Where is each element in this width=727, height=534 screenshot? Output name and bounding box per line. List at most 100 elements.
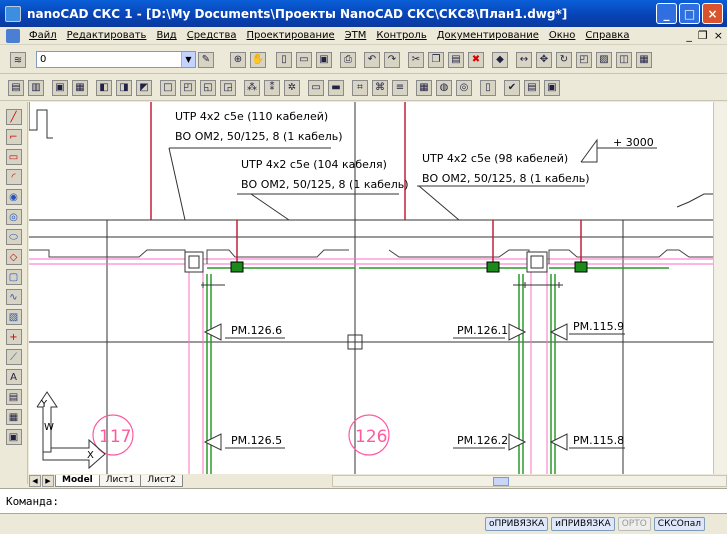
move-icon[interactable]: ↔ (516, 51, 532, 68)
menu-design[interactable]: Проектирование (241, 30, 339, 41)
circle-2p-icon[interactable]: ◎ (5, 209, 22, 225)
table-icon[interactable]: ▦ (416, 79, 432, 96)
pan-icon[interactable]: ✋ (250, 51, 266, 68)
hub-icon[interactable]: ✲ (284, 79, 300, 96)
tab-sheet1[interactable]: Лист1 (98, 474, 142, 487)
polygon-icon[interactable]: ◇ (5, 249, 22, 265)
spec-icon[interactable]: ◍ (436, 79, 452, 96)
cable-icon[interactable]: ≡ (392, 79, 408, 96)
ucs-x-label: X (87, 450, 94, 461)
osnap-toggle[interactable]: оПРИВЯЗКА (484, 517, 549, 531)
zoom-icon[interactable]: ⊕ (230, 51, 246, 68)
scale-icon[interactable]: ◰ (576, 51, 592, 68)
scs-tool-1-icon[interactable]: ▤ (8, 79, 24, 96)
dimension-icon[interactable]: ⟋ (5, 349, 22, 365)
image-icon[interactable]: ▣ (5, 429, 22, 445)
delete-icon[interactable]: ✖ (468, 51, 484, 68)
chevron-down-icon[interactable]: ▼ (181, 52, 195, 67)
outlet-label: РМ.126.6 (231, 324, 282, 337)
check-icon[interactable]: ✔ (504, 79, 520, 96)
region-icon[interactable]: ▢ (5, 269, 22, 285)
tab-sheet2[interactable]: Лист2 (140, 474, 183, 487)
stretch-icon[interactable]: ✥ (536, 51, 552, 68)
command-line[interactable]: Команда: (0, 488, 727, 513)
tab-next-button[interactable]: ▶ (42, 474, 54, 487)
scs-tool-4-icon[interactable]: ▦ (72, 79, 88, 96)
tab-model[interactable]: Model (55, 474, 100, 487)
hatch-icon[interactable]: ▨ (596, 51, 612, 68)
insert-icon[interactable]: ▦ (5, 409, 22, 425)
rotate-icon[interactable]: ↻ (556, 51, 572, 68)
rectangle-icon[interactable]: ▭ (5, 149, 22, 165)
spline-icon[interactable]: ∿ (5, 289, 22, 305)
copy-icon[interactable]: ❐ (428, 51, 444, 68)
polyline-icon[interactable]: ⌐ (5, 129, 22, 145)
menu-tools[interactable]: Средства (182, 30, 242, 41)
paste-icon[interactable]: ▤ (448, 51, 464, 68)
book-icon[interactable]: ▯ (480, 79, 496, 96)
properties-icon[interactable]: ▤ (524, 79, 540, 96)
router-icon[interactable]: ⁑ (264, 79, 280, 96)
mirror-icon[interactable]: ◫ (616, 51, 632, 68)
ellipse-icon[interactable]: ⬭ (5, 229, 22, 245)
scs-tool-5-icon[interactable]: ◧ (96, 79, 112, 96)
tab-first-button[interactable]: ◀ (29, 474, 41, 487)
erase-icon[interactable]: ◆ (492, 51, 508, 68)
cut-icon[interactable]: ✂ (408, 51, 424, 68)
menu-edit[interactable]: Редактировать (62, 30, 152, 41)
rack-icon[interactable]: ◱ (200, 79, 216, 96)
hatch-draw-icon[interactable]: ▧ (5, 309, 22, 325)
scs-tool-7-icon[interactable]: ◩ (136, 79, 152, 96)
menu-view[interactable]: Вид (151, 30, 181, 41)
maximize-button[interactable]: □ (679, 3, 700, 24)
open-folder-icon[interactable]: ▭ (296, 51, 312, 68)
scs-option-toggle[interactable]: СКСОпал (653, 517, 705, 531)
mdi-close-button[interactable]: × (714, 29, 723, 42)
arc-icon[interactable]: ◜ (5, 169, 22, 185)
save-icon[interactable]: ▣ (316, 51, 332, 68)
close-button[interactable]: × (702, 3, 723, 24)
ortho-toggle[interactable]: ОРТО (617, 517, 651, 531)
menu-documentation[interactable]: Документирование (432, 30, 544, 41)
redo-icon[interactable]: ↷ (384, 51, 400, 68)
snap-toggle[interactable]: иПРИВЯЗКА (551, 517, 615, 531)
menu-help[interactable]: Справка (580, 30, 634, 41)
trace-icon[interactable]: ⌘ (372, 79, 388, 96)
switch-icon[interactable]: ⁂ (244, 79, 260, 96)
horizontal-scrollbar[interactable] (331, 474, 727, 487)
outlet-icon[interactable]: □ (160, 79, 176, 96)
undo-icon[interactable]: ↶ (364, 51, 380, 68)
block-icon[interactable]: ▤ (5, 389, 22, 405)
tray-icon[interactable]: ▭ (308, 79, 324, 96)
text-icon[interactable]: A (5, 369, 22, 385)
report-icon[interactable]: ◎ (456, 79, 472, 96)
scs-tool-6-icon[interactable]: ◨ (116, 79, 132, 96)
circle-icon[interactable]: ◉ (5, 189, 22, 205)
point-icon[interactable]: + (5, 329, 22, 345)
menu-window[interactable]: Окно (544, 30, 581, 41)
document-icon[interactable] (6, 28, 20, 43)
mdi-minimize-button[interactable]: _ (686, 29, 692, 42)
line-icon[interactable]: ╱ (5, 109, 22, 125)
minimize-button[interactable]: _ (656, 3, 677, 24)
scs-tool-2-icon[interactable]: ▥ (28, 79, 44, 96)
mdi-restore-button[interactable]: ❐ (698, 29, 708, 42)
layer-combo[interactable]: 0 ▼ (36, 51, 196, 68)
new-file-icon[interactable]: ▯ (276, 51, 292, 68)
menu-control[interactable]: Контроль (371, 30, 431, 41)
cabinet-icon[interactable]: ◲ (220, 79, 236, 96)
layers-icon[interactable]: ≋ (10, 52, 26, 68)
route-icon[interactable]: ⌗ (352, 79, 368, 96)
panel-icon[interactable]: ◰ (180, 79, 196, 96)
scroll-thumb[interactable] (492, 476, 509, 486)
menu-etm[interactable]: ЭТМ (340, 30, 372, 41)
vertical-scrollbar[interactable] (713, 102, 727, 474)
export-icon[interactable]: ▣ (544, 79, 560, 96)
scs-tool-3-icon[interactable]: ▣ (52, 79, 68, 96)
drawing-canvas[interactable]: UTP 4x2 c5e (110 кабелей) ВО ОМ2, 50/125… (29, 102, 721, 474)
match-properties-icon[interactable]: ✎ (198, 51, 214, 68)
print-icon[interactable]: ⎙ (340, 51, 356, 68)
array-icon[interactable]: ▦ (636, 51, 652, 68)
duct-icon[interactable]: ▬ (328, 79, 344, 96)
menu-file[interactable]: Файл (24, 30, 62, 41)
